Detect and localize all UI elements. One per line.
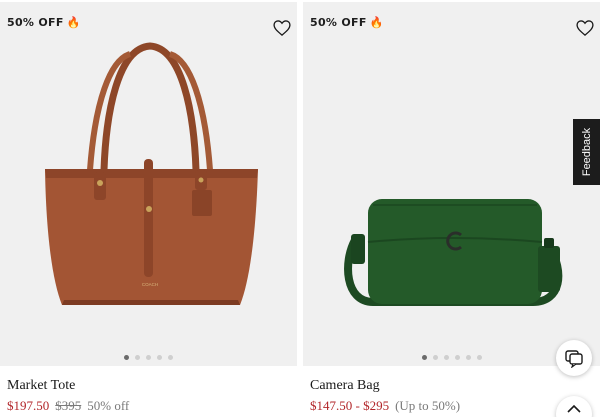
product-name[interactable]: Camera Bag (310, 378, 380, 394)
price-row: $197.50 $395 50% off (7, 398, 129, 414)
chat-icon (565, 350, 583, 368)
product-card-market-tote[interactable]: 50% OFF 🔥 COACH Market Tote $197.50 $395… (0, 0, 297, 417)
original-price: $395 (55, 398, 82, 413)
carousel-dot[interactable] (465, 355, 471, 360)
chevron-up-icon (567, 404, 581, 413)
chat-button[interactable] (556, 340, 592, 376)
product-grid-page: 50% OFF 🔥 COACH Market Tote $197.50 $395… (0, 0, 600, 417)
product-image: COACH (45, 42, 258, 305)
discount-text: 50% off (87, 398, 130, 413)
svg-text:COACH: COACH (142, 282, 158, 287)
sale-price: $147.50 - $295 (310, 398, 390, 413)
carousel-dots (0, 355, 297, 360)
carousel-dot[interactable] (432, 355, 438, 360)
product-name[interactable]: Market Tote (7, 378, 75, 394)
carousel-dot[interactable] (454, 355, 460, 360)
carousel-dot[interactable] (421, 355, 427, 360)
carousel-dot[interactable] (135, 355, 140, 360)
carousel-dot[interactable] (146, 355, 151, 360)
carousel-dot[interactable] (124, 355, 129, 360)
feedback-label: Feedback (580, 127, 593, 177)
product-image (344, 199, 563, 306)
carousel-dot[interactable] (157, 355, 162, 360)
carousel-dot[interactable] (168, 355, 173, 360)
carousel-dot[interactable] (443, 355, 449, 360)
carousel-dot[interactable] (476, 355, 482, 360)
product-image-area[interactable]: 50% OFF 🔥 (0, 2, 297, 366)
price-row: $147.50 - $295 (Up to 50%) (310, 398, 460, 414)
discount-text: (Up to 50%) (395, 398, 461, 413)
product-image-area[interactable]: 50% OFF 🔥 (303, 2, 600, 366)
feedback-tab[interactable]: Feedback (573, 119, 600, 185)
sale-price: $197.50 (7, 398, 50, 413)
